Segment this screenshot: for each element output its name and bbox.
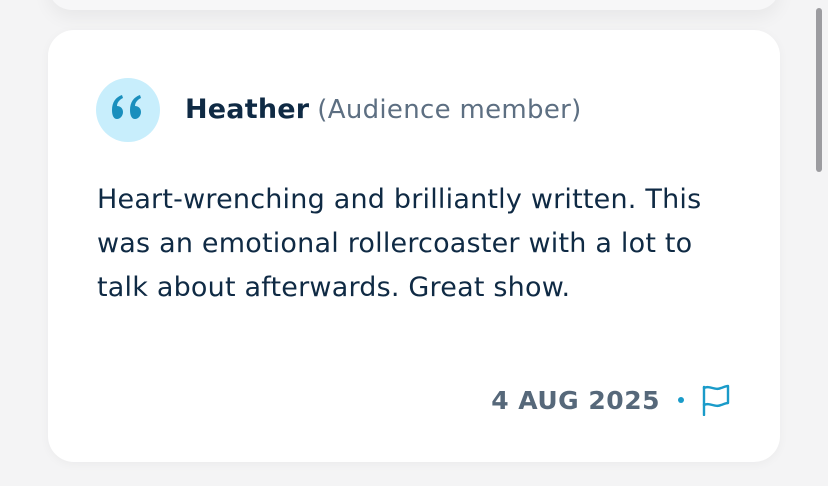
separator-dot [678, 397, 684, 403]
review-header: Heather (Audience member) [185, 94, 582, 130]
review-card: Heather (Audience member) Heart-wrenchin… [48, 30, 780, 462]
quote-avatar [96, 78, 160, 142]
author-name: Heather [185, 94, 310, 125]
review-footer: 4 AUG 2025 [491, 382, 732, 418]
quote-icon [110, 94, 146, 126]
flag-icon[interactable] [700, 384, 732, 416]
review-text: Heart-wrenching and brilliantly written.… [97, 184, 702, 303]
review-date: 4 AUG 2025 [491, 385, 660, 415]
scrollbar-thumb[interactable] [816, 8, 822, 172]
page: Heather (Audience member) Heart-wrenchin… [0, 0, 828, 486]
previous-review-card [48, 0, 780, 10]
scrollbar[interactable] [816, 0, 824, 486]
author-role: (Audience member) [317, 95, 582, 125]
